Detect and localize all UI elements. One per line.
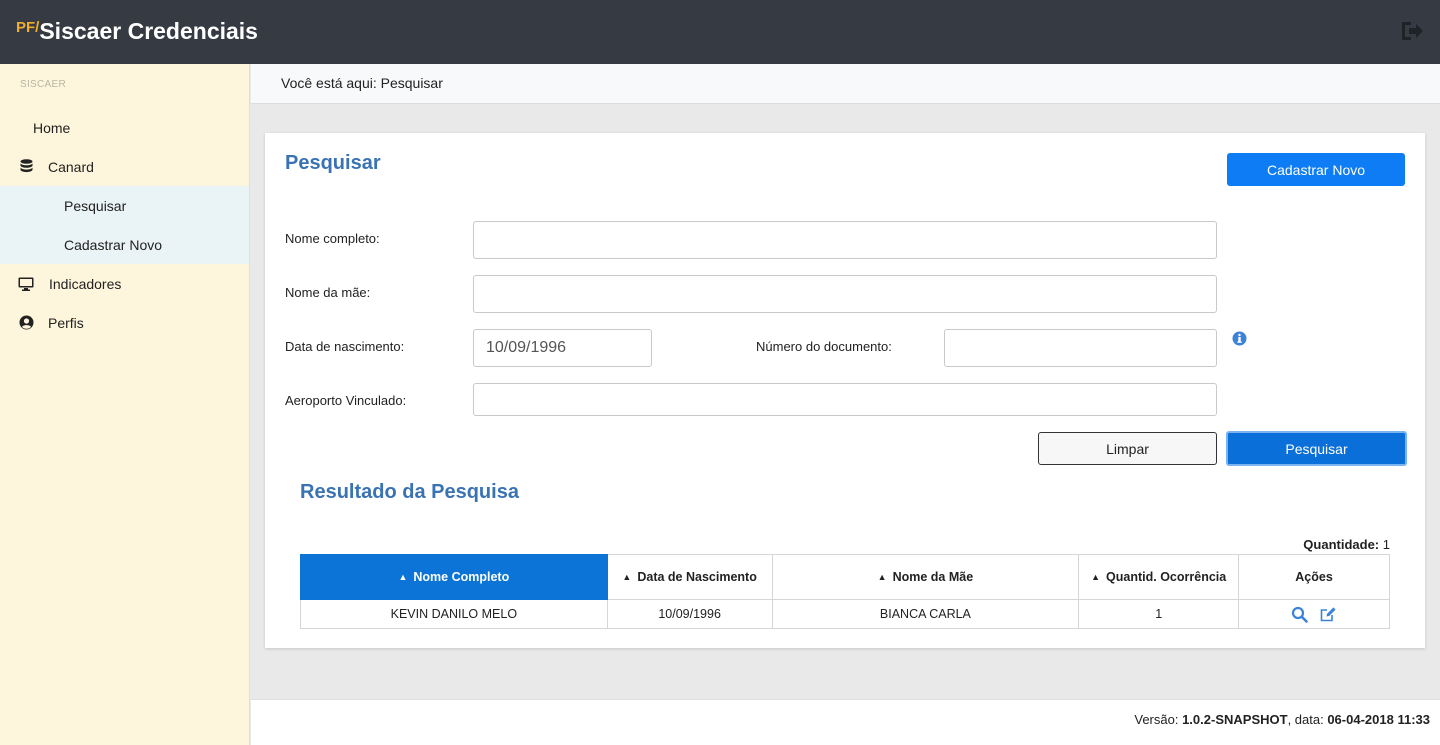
cell-acoes xyxy=(1238,599,1390,629)
sidebar-item-label: Perfis xyxy=(48,314,84,331)
sign-out-icon[interactable] xyxy=(1400,20,1424,42)
nome-mae-label: Nome da mãe: xyxy=(285,285,371,300)
date-label: , data: xyxy=(1287,712,1324,727)
cell-nome: KEVIN DANILO MELO xyxy=(300,599,608,629)
sidebar-item-indicadores[interactable]: Indicadores xyxy=(0,264,249,303)
cell-mae: BIANCA CARLA xyxy=(771,599,1080,629)
sidebar-item-label: Cadastrar Novo xyxy=(64,236,163,253)
cadastrar-novo-button[interactable]: Cadastrar Novo xyxy=(1227,153,1405,186)
version-label: Versão: xyxy=(1134,712,1179,727)
column-header-nome-completo[interactable]: ▲ Nome Completo xyxy=(300,554,608,600)
sort-asc-icon: ▲ xyxy=(398,572,408,582)
data-nascimento-input[interactable] xyxy=(473,329,652,367)
edit-icon[interactable] xyxy=(1320,606,1337,623)
aeroporto-vinculado-input[interactable] xyxy=(473,383,1217,416)
sidebar-item-pesquisar[interactable]: Pesquisar xyxy=(0,186,249,225)
version-value: 1.0.2-SNAPSHOT xyxy=(1182,712,1288,727)
date-value: 06-04-2018 xyxy=(1327,712,1394,727)
sort-icon: ▲︎ xyxy=(877,572,887,582)
search-card: Pesquisar Cadastrar Novo Nome completo: … xyxy=(265,133,1425,648)
info-icon[interactable] xyxy=(1232,331,1247,346)
pesquisar-button[interactable]: Pesquisar xyxy=(1226,431,1407,466)
monitor-icon xyxy=(18,276,34,292)
sidebar-item-cadastrar-novo[interactable]: Cadastrar Novo xyxy=(0,225,249,264)
quantity-value: 1 xyxy=(1382,537,1390,552)
sidebar-section-title: SISCAER xyxy=(20,79,67,90)
sidebar-item-label: Canard xyxy=(48,158,94,175)
nome-completo-label: Nome completo: xyxy=(285,231,380,246)
cell-ocorrencias: 1 xyxy=(1078,599,1240,629)
sidebar-item-perfis[interactable]: Perfis xyxy=(0,303,249,342)
page-title: Pesquisar xyxy=(285,152,381,174)
user-circle-icon xyxy=(18,315,34,331)
column-header-nome-mae[interactable]: ▲︎ Nome da Mãe xyxy=(771,554,1080,600)
column-header-data-nascimento[interactable]: ▲︎ Data de Nascimento xyxy=(606,554,773,600)
sidebar-item-label: Pesquisar xyxy=(64,197,127,214)
numero-documento-input[interactable] xyxy=(944,329,1217,367)
results-table: ▲ Nome Completo ▲︎ Data de Nascimento ▲︎ No… xyxy=(300,554,1390,629)
aeroporto-vinculado-label: Aeroporto Vinculado: xyxy=(285,393,407,408)
table-header-row: ▲ Nome Completo ▲︎ Data de Nascimento ▲︎ No… xyxy=(300,554,1390,600)
numero-documento-label: Número do documento: xyxy=(756,339,892,354)
app-brand[interactable]: PF/Siscaer Credenciais xyxy=(16,18,258,45)
top-bar: PF/Siscaer Credenciais xyxy=(0,0,1440,64)
result-title: Resultado da Pesquisa xyxy=(300,481,519,503)
quantity-label: Quantidade: xyxy=(1303,537,1380,552)
sidebar-item-canard[interactable]: Canard xyxy=(0,147,249,186)
sidebar-item-label: Indicadores xyxy=(49,275,122,292)
brand-prefix: PF/ xyxy=(16,19,40,36)
sidebar-item-home[interactable]: Home xyxy=(0,108,249,147)
limpar-button[interactable]: Limpar xyxy=(1038,432,1217,465)
column-header-quantid-ocorrencia[interactable]: ▲︎ Quantid. Ocorrência xyxy=(1078,554,1240,600)
nome-completo-input[interactable] xyxy=(473,221,1217,259)
sidebar: SISCAER Home Canard Pesquisar Cadastrar … xyxy=(0,64,250,745)
sort-icon: ▲︎ xyxy=(1091,572,1101,582)
cell-nascimento: 10/09/1996 xyxy=(606,599,773,629)
quantity-counter: Quantidade: 1 xyxy=(1303,537,1390,552)
database-icon xyxy=(18,159,34,175)
view-search-icon[interactable] xyxy=(1291,606,1309,623)
nome-mae-input[interactable] xyxy=(473,275,1217,313)
time-value: 11:33 xyxy=(1397,712,1430,727)
breadcrumb: Você está aqui: Pesquisar xyxy=(251,64,1440,104)
table-row: KEVIN DANILO MELO 10/09/1996 BIANCA CARL… xyxy=(300,599,1390,629)
data-nascimento-label: Data de nascimento: xyxy=(285,339,405,354)
sort-icon: ▲︎ xyxy=(622,572,632,582)
sidebar-item-label: Home xyxy=(33,119,71,136)
brand-name: Siscaer Credenciais xyxy=(39,18,258,44)
column-header-acoes: Ações xyxy=(1238,554,1390,600)
footer: Versão: 1.0.2-SNAPSHOT, data: 06-04-2018… xyxy=(251,699,1440,745)
